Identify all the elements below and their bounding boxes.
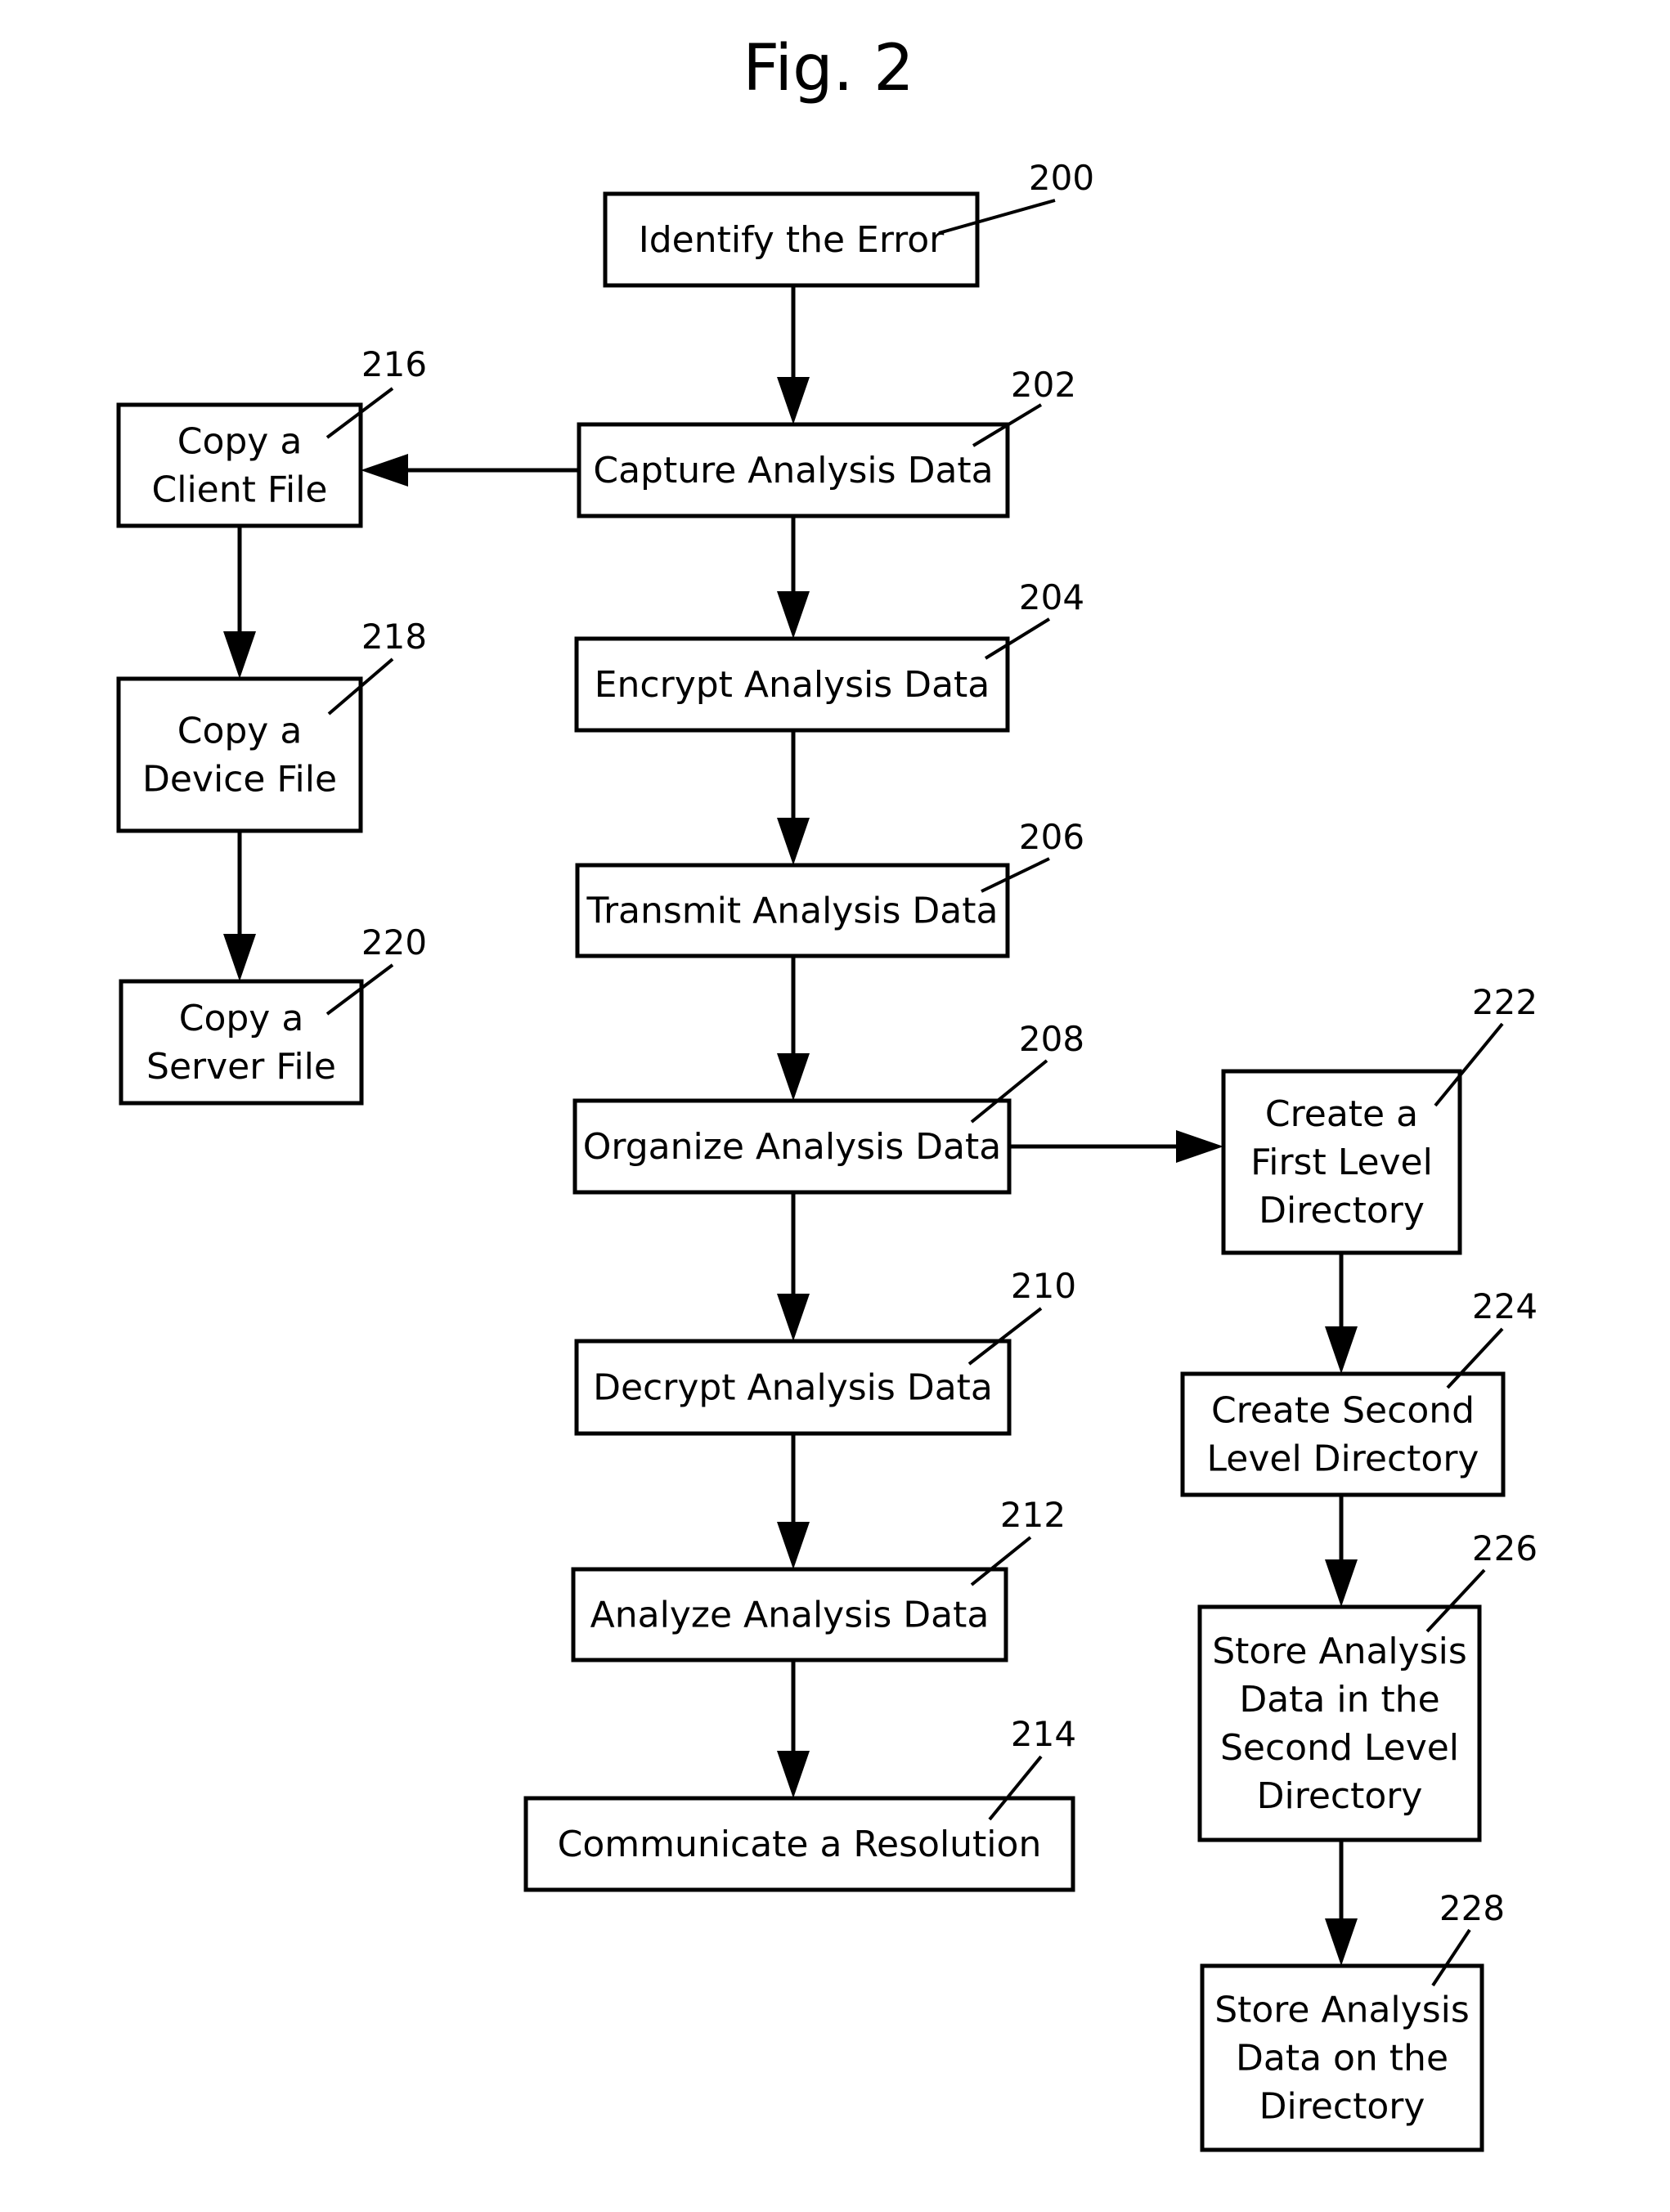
arrow-226-to-228: [1325, 1840, 1358, 1966]
reference-numeral: 214: [1011, 1714, 1076, 1754]
process-step-226: Store Analysis Data in the Second Level Dir…: [1197, 1528, 1538, 1842]
flowchart: Fig. 2 Identify the Error 200 Capture Anal…: [116, 32, 1538, 2152]
arrow-204-to-206: [777, 730, 810, 865]
arrow-202-to-204: [777, 516, 810, 639]
arrowhead-icon: [223, 934, 256, 981]
figure-title: Fig. 2: [743, 32, 914, 105]
arrow-200-to-202: [777, 285, 810, 424]
process-step-224: Create Second Level Directory 224: [1180, 1286, 1538, 1497]
step-label: Device File: [142, 759, 337, 801]
arrowhead-icon: [777, 1294, 810, 1341]
step-label: Identify the Error: [639, 219, 945, 261]
arrowhead-icon: [777, 377, 810, 424]
arrowhead-icon: [1176, 1130, 1223, 1163]
process-step-208: Organize Analysis Data 208: [572, 1019, 1084, 1195]
process-step-202: Capture Analysis Data 202: [577, 365, 1076, 518]
arrowhead-icon: [1325, 1559, 1358, 1607]
leader-line: [1434, 1022, 1504, 1107]
reference-numeral: 208: [1019, 1019, 1084, 1059]
step-label: Client File: [152, 469, 328, 511]
step-label: Level Directory: [1207, 1438, 1479, 1480]
process-step-206: Transmit Analysis Data 206: [575, 817, 1084, 958]
arrowhead-icon: [777, 591, 810, 639]
step-label: Store Analysis: [1212, 1631, 1467, 1672]
step-label: Data in the: [1239, 1679, 1439, 1721]
arrowhead-icon: [777, 818, 810, 865]
nodes-layer: Identify the Error 200 Capture Analysis Da…: [116, 158, 1538, 2152]
step-label: Decrypt Analysis Data: [593, 1367, 993, 1409]
process-step-222: Create a First Level Directory 222: [1221, 982, 1538, 1255]
process-step-210: Decrypt Analysis Data 210: [574, 1266, 1076, 1436]
reference-numeral: 220: [361, 922, 427, 962]
step-label: First Level: [1250, 1142, 1433, 1183]
reference-numeral: 222: [1472, 982, 1538, 1022]
arrow-212-to-214: [777, 1660, 810, 1798]
step-label: Directory: [1257, 1775, 1423, 1817]
step-label: Communicate a Resolution: [558, 1824, 1042, 1865]
step-label: Analyze Analysis Data: [590, 1595, 990, 1636]
process-step-214: Communicate a Resolution 214: [523, 1714, 1076, 1892]
step-label: Transmit Analysis Data: [586, 891, 999, 932]
reference-numeral: 202: [1011, 365, 1076, 405]
step-label: Capture Analysis Data: [593, 450, 993, 491]
step-label: Encrypt Analysis Data: [595, 664, 990, 706]
arrowhead-icon: [1325, 1326, 1358, 1374]
reference-numeral: 218: [361, 617, 427, 657]
arrow-206-to-208: [777, 956, 810, 1101]
reference-numeral: 228: [1439, 1888, 1505, 1928]
step-label: Directory: [1259, 1190, 1425, 1232]
arrowhead-icon: [1325, 1918, 1358, 1966]
arrow-208-to-222: [1009, 1130, 1223, 1163]
reference-numeral: 226: [1472, 1528, 1538, 1568]
process-box: [116, 676, 363, 833]
step-label: Copy a: [177, 711, 303, 752]
step-label: Data on the: [1236, 2038, 1448, 2080]
arrow-224-to-226: [1325, 1495, 1358, 1607]
step-label: Second Level: [1220, 1727, 1459, 1769]
process-step-212: Analyze Analysis Data 212: [571, 1495, 1066, 1662]
step-label: Server File: [146, 1046, 336, 1088]
reference-numeral: 204: [1019, 577, 1084, 617]
step-label: Copy a: [177, 421, 303, 463]
reference-numeral: 216: [361, 344, 427, 384]
arrow-216-to-218: [223, 526, 256, 679]
arrowhead-icon: [777, 1522, 810, 1569]
reference-numeral: 224: [1472, 1286, 1538, 1326]
process-step-216: Copy a Client File 216: [116, 344, 427, 528]
step-label: Create a: [1265, 1093, 1418, 1135]
arrowhead-icon: [361, 454, 408, 487]
reference-numeral: 206: [1019, 817, 1084, 857]
step-label: Copy a: [179, 998, 304, 1039]
arrowhead-icon: [777, 1053, 810, 1101]
process-step-218: Copy a Device File 218: [116, 617, 427, 833]
process-step-220: Copy a Server File 220: [119, 922, 427, 1106]
step-label: Organize Analysis Data: [583, 1126, 1001, 1168]
step-label: Create Second: [1211, 1390, 1475, 1432]
reference-numeral: 212: [1000, 1495, 1066, 1535]
process-step-200: Identify the Error 200: [603, 158, 1094, 288]
process-step-204: Encrypt Analysis Data 204: [574, 577, 1084, 733]
reference-numeral: 200: [1029, 158, 1094, 198]
arrow-222-to-224: [1325, 1253, 1358, 1374]
reference-numeral: 210: [1011, 1266, 1076, 1306]
arrowhead-icon: [223, 631, 256, 679]
arrow-218-to-220: [223, 831, 256, 981]
step-label: Directory: [1259, 2086, 1425, 2128]
arrowhead-icon: [777, 1751, 810, 1798]
step-label: Store Analysis: [1214, 1990, 1470, 2031]
arrow-202-to-216: [361, 454, 579, 487]
arrow-208-to-210: [777, 1192, 810, 1341]
arrow-210-to-212: [777, 1434, 810, 1569]
